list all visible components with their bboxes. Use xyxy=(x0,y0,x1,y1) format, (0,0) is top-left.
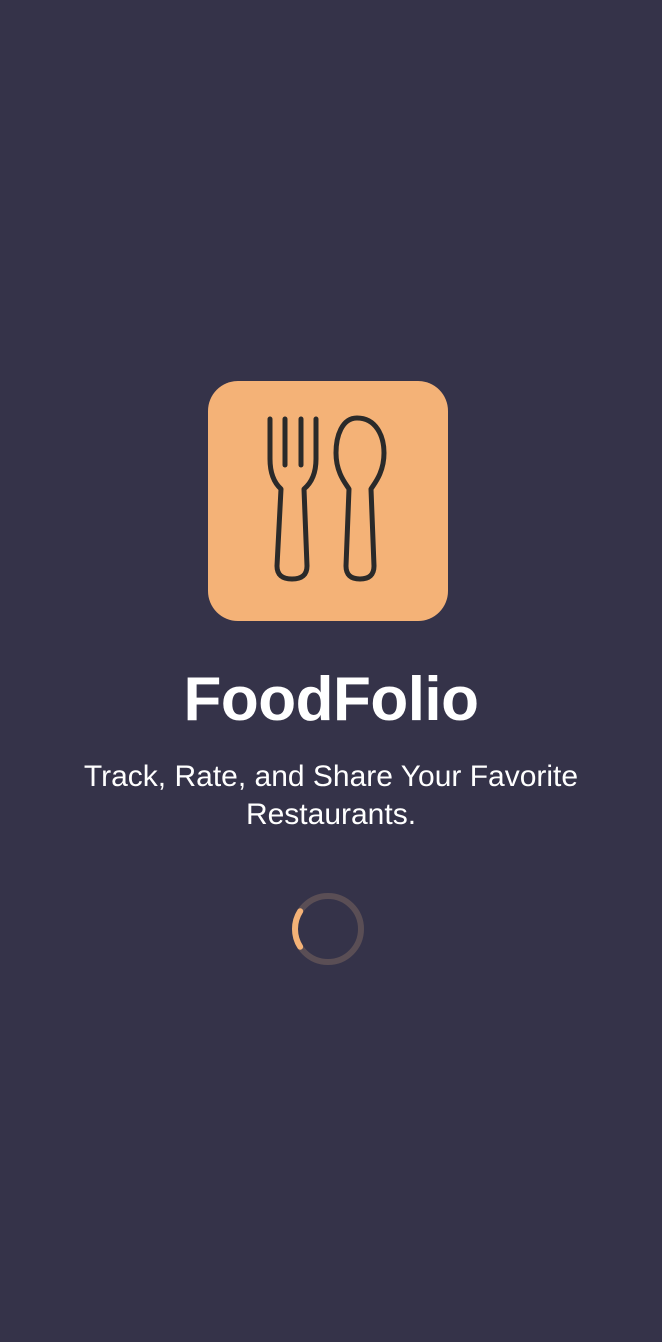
app-logo xyxy=(208,381,448,621)
loading-spinner xyxy=(291,892,365,966)
fork-shape xyxy=(267,416,319,582)
spoon-shape xyxy=(333,415,387,582)
app-title: FoodFolio xyxy=(183,665,479,734)
app-tagline: Track, Rate, and Share Your Favorite Res… xyxy=(83,760,579,831)
fork-and-spoon-icon xyxy=(267,415,387,582)
spinner-arc xyxy=(291,893,364,965)
spinner-track xyxy=(292,893,364,965)
